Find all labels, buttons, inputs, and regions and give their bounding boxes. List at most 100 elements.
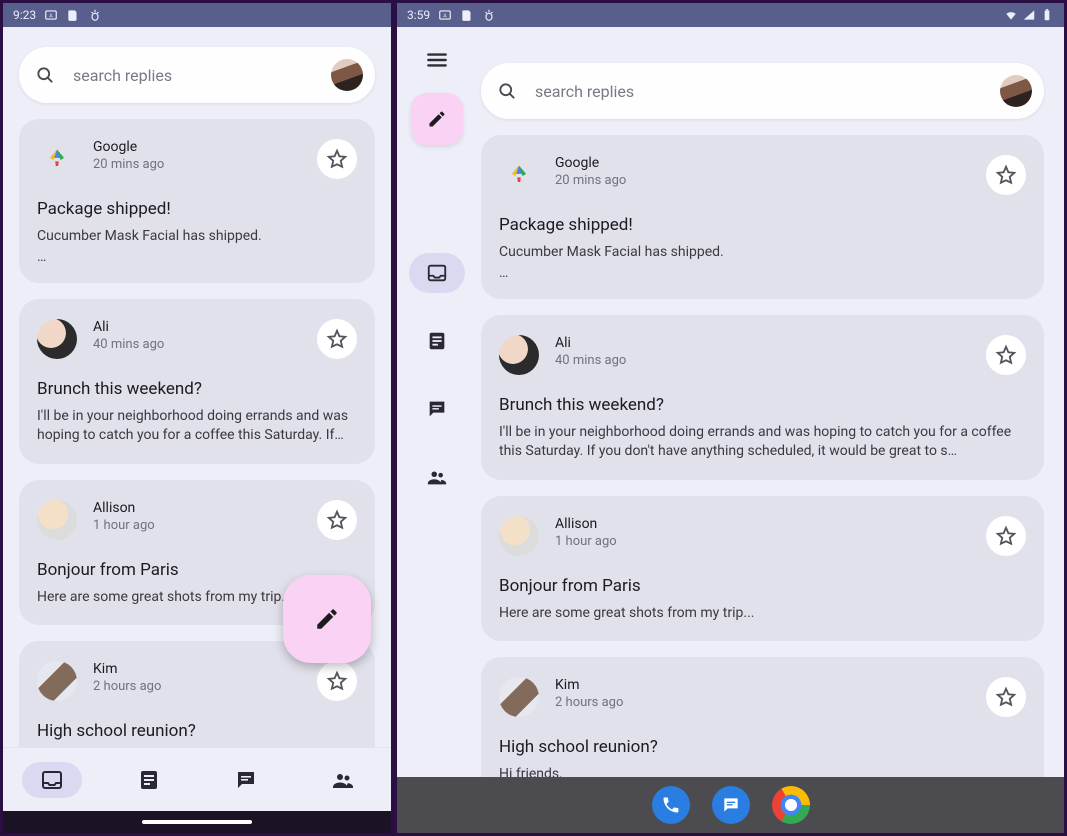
email-sender: Ali (555, 335, 986, 351)
email-time: 2 hours ago (93, 679, 317, 694)
people-icon (331, 768, 355, 792)
email-card[interactable]: Ali 40 mins ago Brunch this weekend? I'l… (481, 315, 1044, 480)
profile-avatar[interactable] (331, 59, 363, 91)
edit-icon (427, 109, 447, 129)
nav-groups[interactable] (294, 748, 391, 811)
email-subject: Brunch this weekend? (499, 395, 1026, 415)
tablet-main: search replies Google 20 mins ago (477, 27, 1064, 777)
rail-inbox[interactable] (409, 253, 465, 293)
status-time: 3:59 (407, 8, 430, 22)
chat-icon (426, 398, 448, 420)
email-list: Google 20 mins ago Package shipped! Cucu… (481, 135, 1044, 777)
rail-messages[interactable] (409, 389, 465, 429)
email-body: I'll be in your neighborhood doing erran… (37, 407, 357, 446)
search-icon (35, 65, 55, 85)
article-icon (137, 768, 161, 792)
menu-button[interactable] (424, 47, 450, 77)
search-icon (497, 81, 517, 101)
email-subject: High school reunion? (37, 721, 357, 741)
sender-avatar (37, 500, 77, 540)
sender-avatar (37, 661, 77, 701)
inbox-icon (40, 768, 64, 792)
email-subject: High school reunion? (499, 737, 1026, 757)
star-button[interactable] (317, 319, 357, 359)
wifi-icon (1004, 8, 1018, 22)
svg-text:A: A (49, 13, 53, 19)
phone-content: search replies Google 20 mins ago (3, 27, 391, 747)
email-body: Hi friends, (499, 765, 1026, 777)
compose-button[interactable] (411, 93, 463, 145)
phone-frame: 9:23 A search replies (0, 0, 394, 836)
rail-articles[interactable] (409, 321, 465, 361)
rail-groups[interactable] (409, 457, 465, 497)
star-button[interactable] (317, 661, 357, 701)
search-placeholder: search replies (73, 66, 331, 85)
message-icon (721, 795, 741, 815)
sd-card-icon (66, 8, 80, 22)
messages-app[interactable] (712, 786, 750, 824)
phone-app[interactable] (652, 786, 690, 824)
article-icon (426, 330, 448, 352)
nav-articles[interactable] (100, 748, 197, 811)
captions-icon: A (44, 8, 58, 22)
people-icon (426, 466, 448, 488)
home-handle[interactable] (142, 820, 252, 824)
email-sender: Kim (93, 661, 317, 677)
svg-text:A: A (443, 13, 447, 19)
email-subject: Package shipped! (499, 215, 1026, 235)
search-bar[interactable]: search replies (19, 47, 375, 103)
email-time: 2 hours ago (555, 695, 986, 710)
email-card[interactable]: Kim 2 hours ago High school reunion? Hi … (481, 657, 1044, 777)
search-bar[interactable]: search replies (481, 63, 1044, 119)
sender-avatar (499, 516, 539, 556)
email-time: 40 mins ago (555, 353, 986, 368)
star-button[interactable] (986, 516, 1026, 556)
sender-avatar (499, 335, 539, 375)
email-sender: Google (555, 155, 986, 171)
email-body: Cucumber Mask Facial has shipped. (37, 227, 357, 247)
email-card[interactable]: Allison 1 hour ago Bonjour from Paris He… (481, 496, 1044, 642)
email-time: 40 mins ago (93, 337, 317, 352)
email-card[interactable]: Google 20 mins ago Package shipped! Cucu… (481, 135, 1044, 299)
email-time: 20 mins ago (555, 173, 986, 188)
system-bar (397, 777, 1064, 833)
status-time: 9:23 (13, 8, 36, 22)
email-body: Here are some great shots from my trip..… (499, 604, 1026, 624)
profile-avatar[interactable] (1000, 75, 1032, 107)
chrome-app[interactable] (772, 786, 810, 824)
debug-icon (88, 8, 102, 22)
star-button[interactable] (986, 677, 1026, 717)
tablet-status-bar: 3:59 A (397, 3, 1064, 27)
star-button[interactable] (317, 139, 357, 179)
email-more: … (499, 265, 1026, 281)
email-sender: Allison (555, 516, 986, 532)
sender-avatar (499, 677, 539, 717)
gesture-bar (3, 811, 391, 833)
sd-card-icon (460, 8, 474, 22)
email-sender: Ali (93, 319, 317, 335)
email-card[interactable]: Google 20 mins ago Package shipped! Cucu… (19, 119, 375, 283)
nav-messages[interactable] (197, 748, 294, 811)
star-button[interactable] (317, 500, 357, 540)
email-subject: Package shipped! (37, 199, 357, 219)
email-sender: Google (93, 139, 317, 155)
email-more: … (37, 249, 357, 265)
email-time: 1 hour ago (93, 518, 317, 533)
phone-icon (661, 795, 681, 815)
search-placeholder: search replies (535, 82, 1000, 101)
compose-fab[interactable] (283, 575, 371, 663)
email-time: 1 hour ago (555, 534, 986, 549)
chat-icon (234, 768, 258, 792)
email-sender: Allison (93, 500, 317, 516)
nav-rail (397, 27, 477, 777)
email-time: 20 mins ago (93, 157, 317, 172)
star-button[interactable] (986, 335, 1026, 375)
email-sender: Kim (555, 677, 986, 693)
captions-icon: A (438, 8, 452, 22)
bottom-nav (3, 747, 391, 811)
nav-inbox[interactable] (3, 748, 100, 811)
email-subject: Bonjour from Paris (499, 576, 1026, 596)
phone-status-bar: 9:23 A (3, 3, 391, 27)
email-card[interactable]: Ali 40 mins ago Brunch this weekend? I'l… (19, 299, 375, 464)
star-button[interactable] (986, 155, 1026, 195)
